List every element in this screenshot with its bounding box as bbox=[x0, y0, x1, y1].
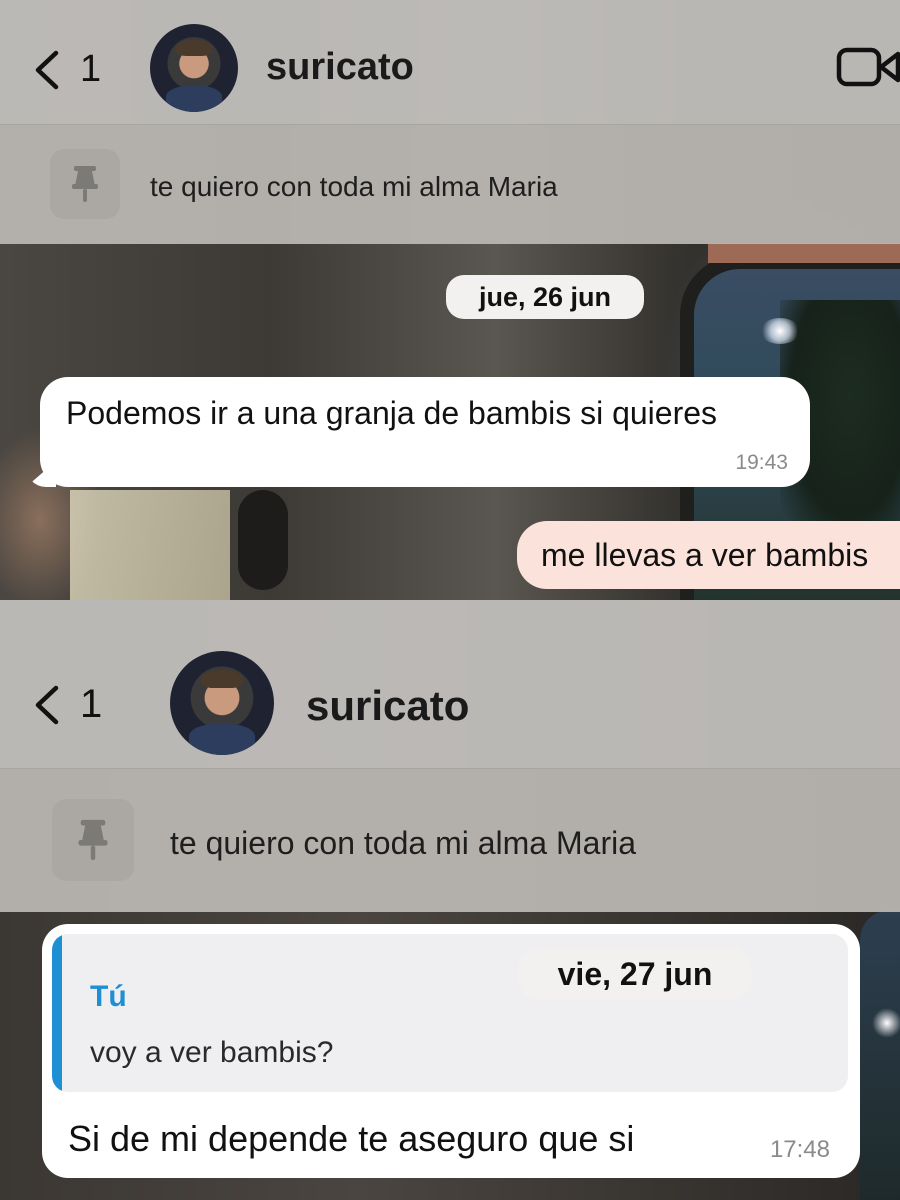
reply-author: Tú bbox=[90, 980, 127, 1013]
wallpaper-corner bbox=[708, 243, 900, 263]
back-button[interactable]: 1 bbox=[32, 48, 101, 91]
chat-header: 1 suricato bbox=[0, 0, 900, 124]
date-pill: vie, 27 jun bbox=[518, 948, 752, 1000]
avatar-hair bbox=[201, 669, 243, 689]
contact-name[interactable]: suricato bbox=[306, 682, 469, 730]
wallpaper-street-light bbox=[872, 1008, 900, 1038]
reply-accent-bar bbox=[52, 934, 62, 1092]
wallpaper-car-window bbox=[860, 910, 900, 1200]
avatar-shirt bbox=[188, 723, 256, 755]
chat-header: 1 suricato bbox=[0, 600, 900, 768]
chat-screenshot-top: 1 suricato te quiero con toda mi alma Ma… bbox=[0, 0, 900, 600]
message-text: me llevas a ver bambis bbox=[541, 537, 869, 573]
avatar[interactable] bbox=[170, 651, 274, 755]
pin-icon-box bbox=[50, 149, 120, 219]
message-text: Si de mi depende te aseguro que si bbox=[68, 1118, 635, 1159]
pin-icon-box bbox=[52, 799, 134, 881]
avatar-hair bbox=[176, 39, 212, 56]
outgoing-message[interactable]: me llevas a ver bambis bbox=[517, 521, 900, 589]
incoming-message[interactable]: Podemos ir a una granja de bambis si qui… bbox=[26, 377, 810, 487]
chevron-left-icon bbox=[35, 685, 59, 724]
pin-icon bbox=[72, 166, 98, 202]
pinned-message-text: te quiero con toda mi alma Maria bbox=[150, 171, 558, 202]
pinned-message-bar[interactable]: te quiero con toda mi alma Maria bbox=[0, 768, 900, 912]
contact-name[interactable]: suricato bbox=[266, 46, 414, 89]
wallpaper-seatbelt bbox=[238, 490, 288, 590]
date-pill: jue, 26 jun bbox=[446, 275, 644, 319]
wallpaper-street-light bbox=[760, 318, 800, 344]
video-camera-icon[interactable] bbox=[836, 46, 900, 88]
message-time: 17:48 bbox=[769, 1136, 830, 1163]
unread-count: 1 bbox=[80, 48, 102, 90]
unread-count: 1 bbox=[80, 682, 103, 726]
wallpaper-seat bbox=[70, 490, 230, 600]
message-time: 19:43 bbox=[735, 451, 788, 474]
reply-text: voy a ver bambis? bbox=[90, 1036, 334, 1069]
back-button[interactable]: 1 bbox=[32, 682, 102, 727]
chevron-left-icon bbox=[35, 50, 59, 89]
avatar[interactable] bbox=[150, 24, 238, 112]
avatar-shirt bbox=[165, 85, 223, 112]
chat-screenshot-bottom: 1 suricato te quiero con toda mi alma Ma… bbox=[0, 600, 900, 1200]
pinned-message-bar[interactable]: te quiero con toda mi alma Maria bbox=[0, 124, 900, 244]
pin-icon bbox=[78, 819, 108, 861]
message-text: Podemos ir a una granja de bambis si qui… bbox=[66, 395, 718, 431]
pinned-message-text: te quiero con toda mi alma Maria bbox=[170, 825, 636, 861]
